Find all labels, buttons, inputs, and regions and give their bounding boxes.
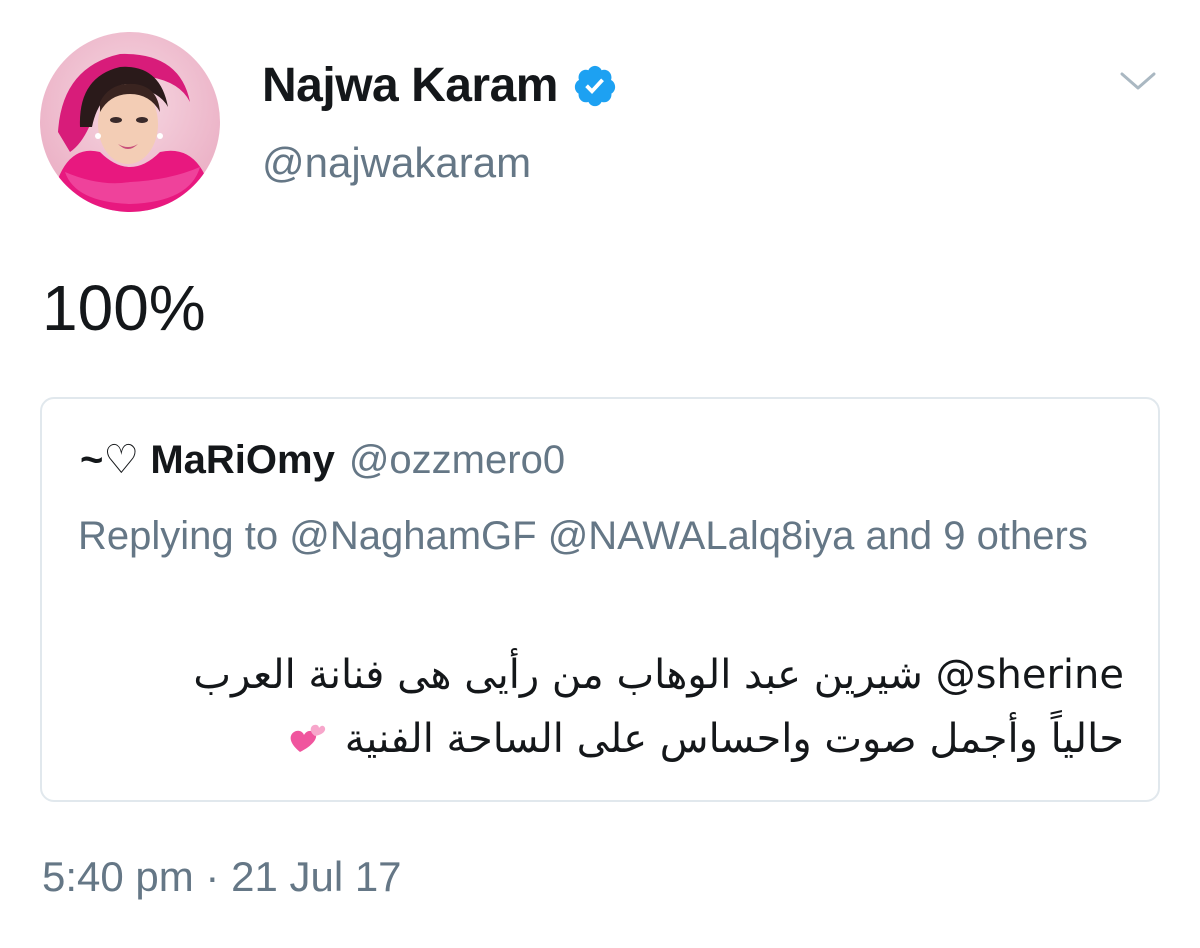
quoted-display-name: ~♡ MaRiOmy [80,438,335,482]
tweet-text: 100% [42,272,206,344]
reply-context: Replying to @NaghamGF @NAWALalq8iya and … [78,514,1088,558]
quoted-tweet-card[interactable]: ~♡ MaRiOmy @ozzmero0 Replying to @Nagham… [40,397,1160,802]
display-name[interactable]: Najwa Karam [262,62,558,110]
author-name-row: Najwa Karam [262,62,618,110]
profile-photo-icon [40,32,220,212]
verified-badge-icon [572,63,618,109]
quoted-text-line-1: @sherine شيرين عبد الوهاب من رأيى هى فنا… [84,643,1124,707]
quoted-text-line-2-body: حالياً وأجمل صوت واحساس على الساحة الفني… [344,716,1124,762]
author-handle[interactable]: @najwakaram [262,142,531,184]
quoted-text-line-1-body: شيرين عبد الوهاب من رأيى هى فنانة العرب [193,652,923,698]
quoted-text-line-2: حالياً وأجمل صوت واحساس على الساحة الفني… [84,707,1124,771]
mention-link[interactable]: @sherine [936,652,1124,698]
quoted-handle: @ozzmero0 [348,438,566,482]
quoted-tweet-text: @sherine شيرين عبد الوهاب من رأيى هى فنا… [84,643,1124,771]
avatar[interactable] [40,32,220,212]
two-hearts-icon [288,722,326,756]
timestamp[interactable]: 5:40 pm · 21 Jul 17 [42,856,402,898]
chevron-down-icon[interactable] [1118,66,1158,96]
quoted-tweet-header: ~♡ MaRiOmy @ozzmero0 [80,437,565,483]
tweet: Najwa Karam @najwakaram 100% ~♡ MaRiOmy … [0,0,1200,948]
